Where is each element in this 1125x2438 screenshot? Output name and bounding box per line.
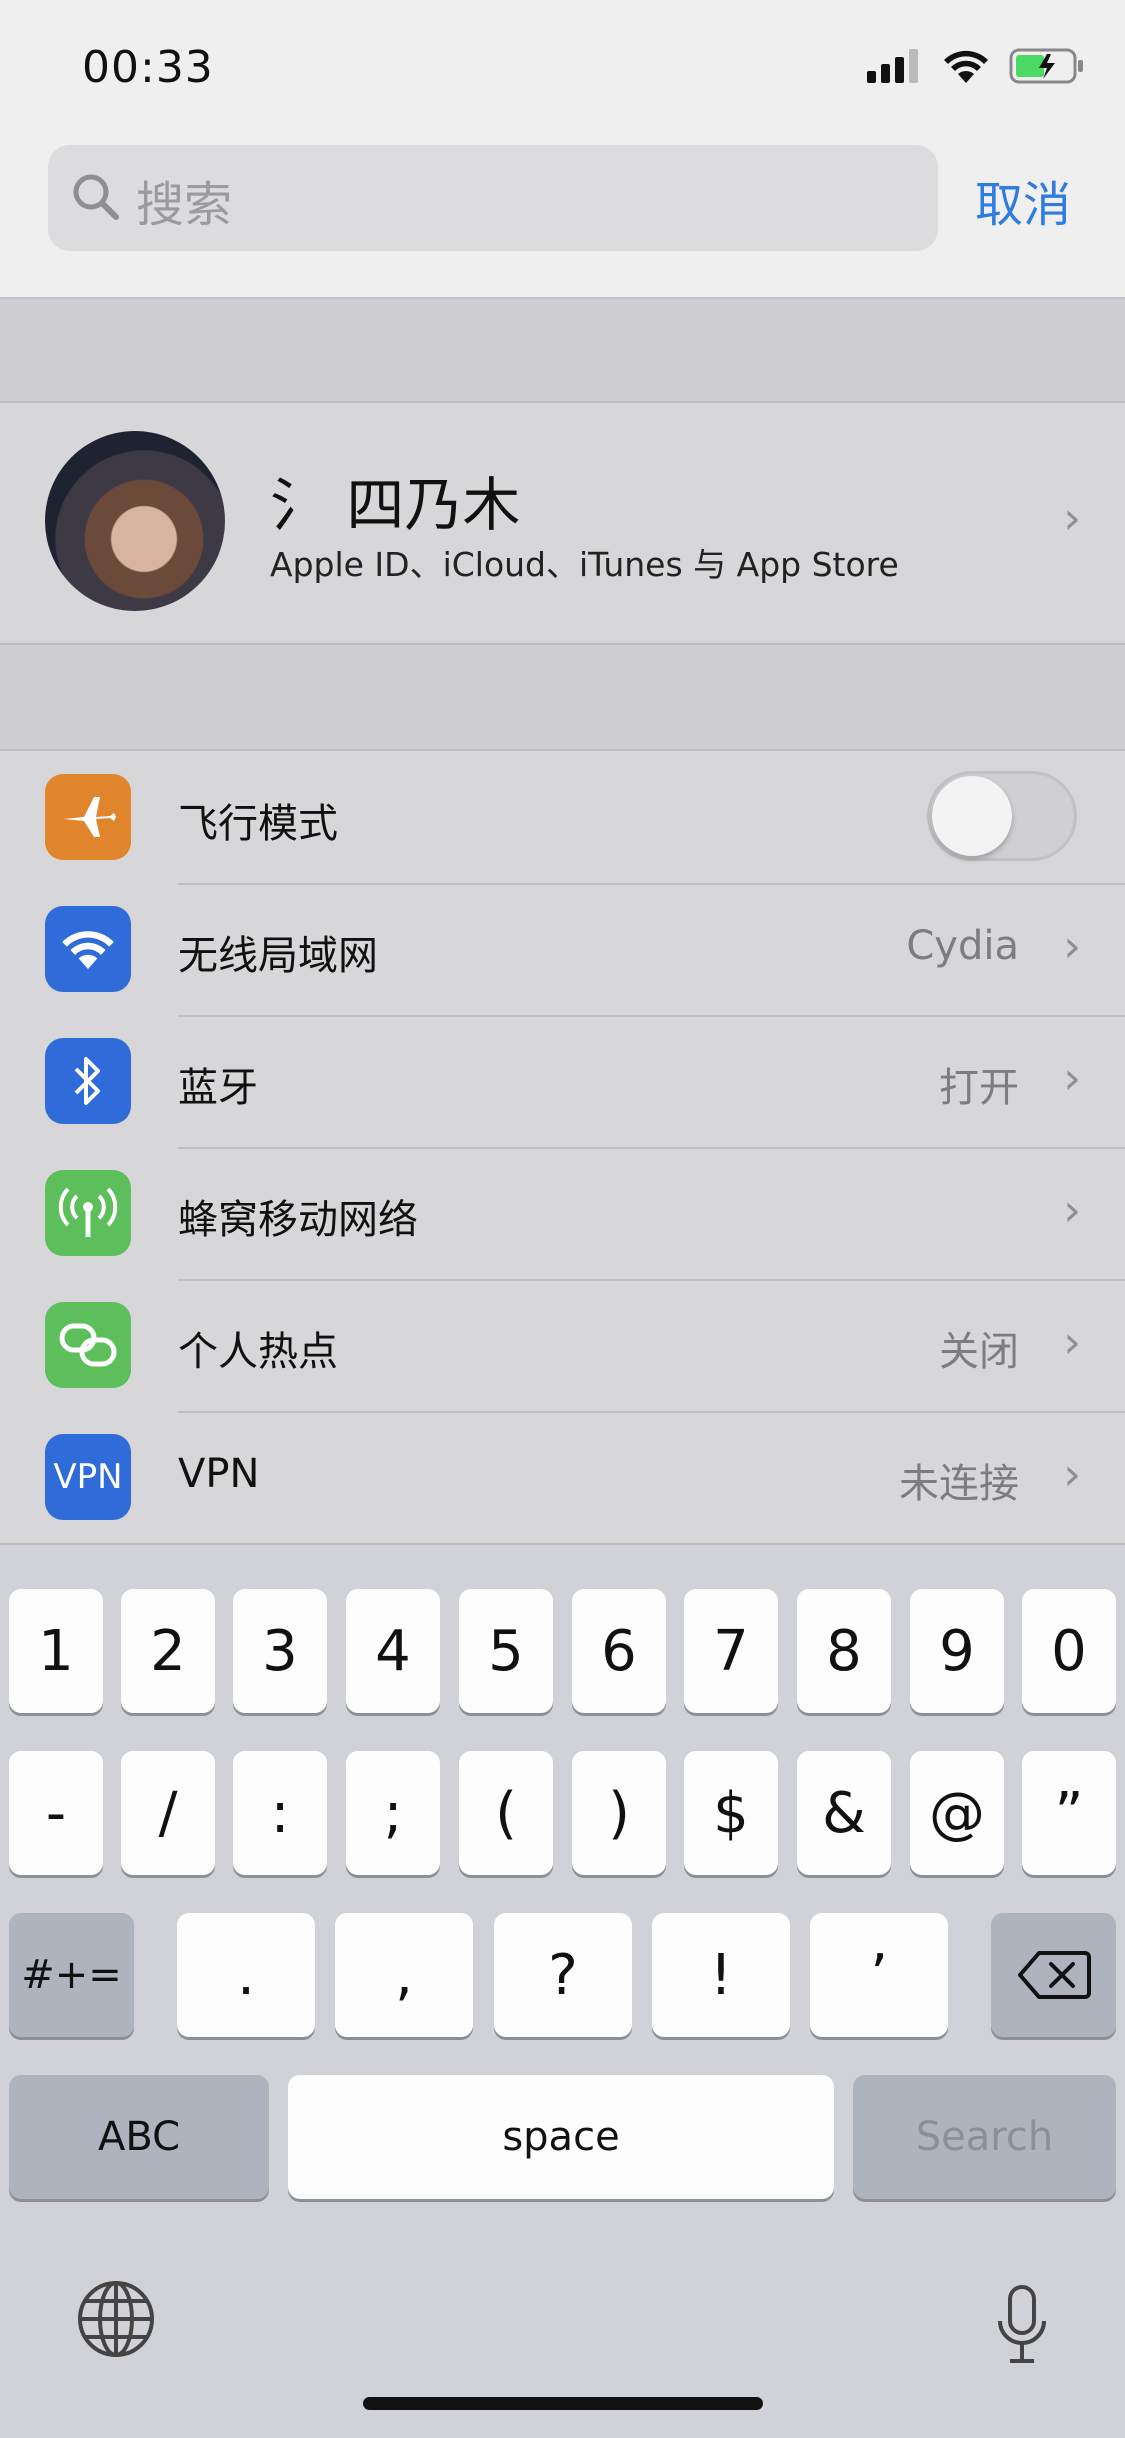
toggle-knob — [932, 776, 1012, 856]
settings-row-label: VPN — [178, 1451, 260, 1497]
key[interactable]: 7 — [684, 1589, 778, 1713]
settings-row-airplane-mode[interactable]: 飞行模式 — [0, 751, 1125, 883]
battery-icon — [1009, 48, 1083, 84]
status-icons — [867, 48, 1085, 84]
settings-row-bluetooth[interactable]: 蓝牙 打开 › — [0, 1015, 1125, 1147]
settings-list: 飞行模式 无线局域网 Cydia › 蓝牙 打开 › 蜂窝移动网络 › 个人热点… — [0, 751, 1125, 1543]
key[interactable]: $ — [684, 1751, 778, 1875]
chevron-right-icon: › — [1063, 921, 1081, 972]
chevron-right-icon: › — [1063, 1053, 1081, 1104]
settings-row-hotspot[interactable]: 个人热点 关闭 › — [0, 1279, 1125, 1411]
settings-row-value: Cydia — [906, 923, 1019, 969]
key[interactable]: 8 — [797, 1589, 891, 1713]
cellular-icon — [45, 1170, 131, 1256]
key[interactable]: ; — [346, 1751, 440, 1875]
profile-name: 氵 四乃木 — [270, 471, 521, 539]
microphone-icon[interactable] — [996, 2285, 1048, 2365]
key[interactable]: 2 — [121, 1589, 215, 1713]
key[interactable]: ? — [494, 1913, 632, 2037]
space-key[interactable]: space — [288, 2075, 834, 2199]
key[interactable]: - — [9, 1751, 103, 1875]
key[interactable]: 5 — [459, 1589, 553, 1713]
key[interactable]: , — [335, 1913, 473, 2037]
symbols-key[interactable]: #+= — [9, 1913, 134, 2037]
settings-row-value: 未连接 — [899, 1461, 1019, 1507]
key[interactable]: ’ — [810, 1913, 948, 2037]
wifi-icon — [45, 906, 131, 992]
key[interactable]: 6 — [572, 1589, 666, 1713]
bluetooth-icon — [45, 1038, 131, 1124]
keyboard: 1 2 3 4 5 6 7 8 9 0 - / : ; ( ) $ & @ ” … — [0, 1543, 1125, 2438]
key[interactable]: 9 — [910, 1589, 1004, 1713]
settings-row-cellular[interactable]: 蜂窝移动网络 › — [0, 1147, 1125, 1279]
key[interactable]: & — [797, 1751, 891, 1875]
delete-key[interactable] — [991, 1913, 1116, 2037]
key[interactable]: 1 — [9, 1589, 103, 1713]
key[interactable]: @ — [910, 1751, 1004, 1875]
top-bar: 00:33 搜索 取消 — [0, 0, 1125, 299]
apple-id-row[interactable]: 氵 四乃木 Apple ID、iCloud、iTunes 与 App Store… — [0, 403, 1125, 645]
chevron-right-icon: › — [1063, 1185, 1081, 1236]
key[interactable]: 3 — [233, 1589, 327, 1713]
cancel-button[interactable]: 取消 — [975, 165, 1071, 235]
globe-icon[interactable] — [76, 2279, 156, 2359]
search-placeholder: 搜索 — [136, 177, 233, 233]
settings-row-label: 无线局域网 — [178, 933, 378, 979]
settings-row-value: 关闭 — [939, 1329, 1019, 1375]
chevron-right-icon: › — [1063, 1449, 1081, 1500]
chevron-right-icon: › — [1063, 493, 1081, 544]
key[interactable]: ( — [459, 1751, 553, 1875]
home-indicator — [363, 2397, 763, 2410]
key[interactable]: : — [233, 1751, 327, 1875]
profile-subtitle: Apple ID、iCloud、iTunes 与 App Store — [270, 545, 899, 584]
hotspot-icon — [45, 1302, 131, 1388]
section-spacer — [0, 299, 1125, 403]
key[interactable]: ” — [1022, 1751, 1116, 1875]
key[interactable]: . — [177, 1913, 315, 2037]
key[interactable]: / — [121, 1751, 215, 1875]
settings-row-label: 蜂窝移动网络 — [178, 1197, 418, 1243]
settings-row-label: 飞行模式 — [178, 801, 338, 847]
wifi-status-icon — [944, 50, 988, 83]
settings-row-vpn[interactable]: VPN VPN 未连接 › — [0, 1411, 1125, 1543]
airplane-mode-toggle[interactable] — [927, 771, 1077, 861]
settings-row-value: 打开 — [939, 1065, 1019, 1111]
search-key[interactable]: Search — [853, 2075, 1116, 2199]
signal-icon — [867, 49, 918, 83]
delete-icon — [1017, 1951, 1091, 1999]
avatar — [45, 431, 225, 611]
abc-key[interactable]: ABC — [9, 2075, 269, 2199]
key[interactable]: ) — [572, 1751, 666, 1875]
search-input[interactable]: 搜索 — [48, 145, 938, 251]
vpn-icon: VPN — [45, 1434, 131, 1520]
key[interactable]: ! — [652, 1913, 790, 2037]
settings-row-wifi[interactable]: 无线局域网 Cydia › — [0, 883, 1125, 1015]
search-icon — [73, 174, 119, 220]
settings-row-label: 个人热点 — [178, 1329, 338, 1375]
status-time: 00:33 — [82, 42, 214, 93]
section-spacer — [0, 645, 1125, 751]
key[interactable]: 0 — [1022, 1589, 1116, 1713]
settings-row-label: 蓝牙 — [178, 1065, 258, 1111]
airplane-icon — [45, 774, 131, 860]
key[interactable]: 4 — [346, 1589, 440, 1713]
chevron-right-icon: › — [1063, 1317, 1081, 1368]
